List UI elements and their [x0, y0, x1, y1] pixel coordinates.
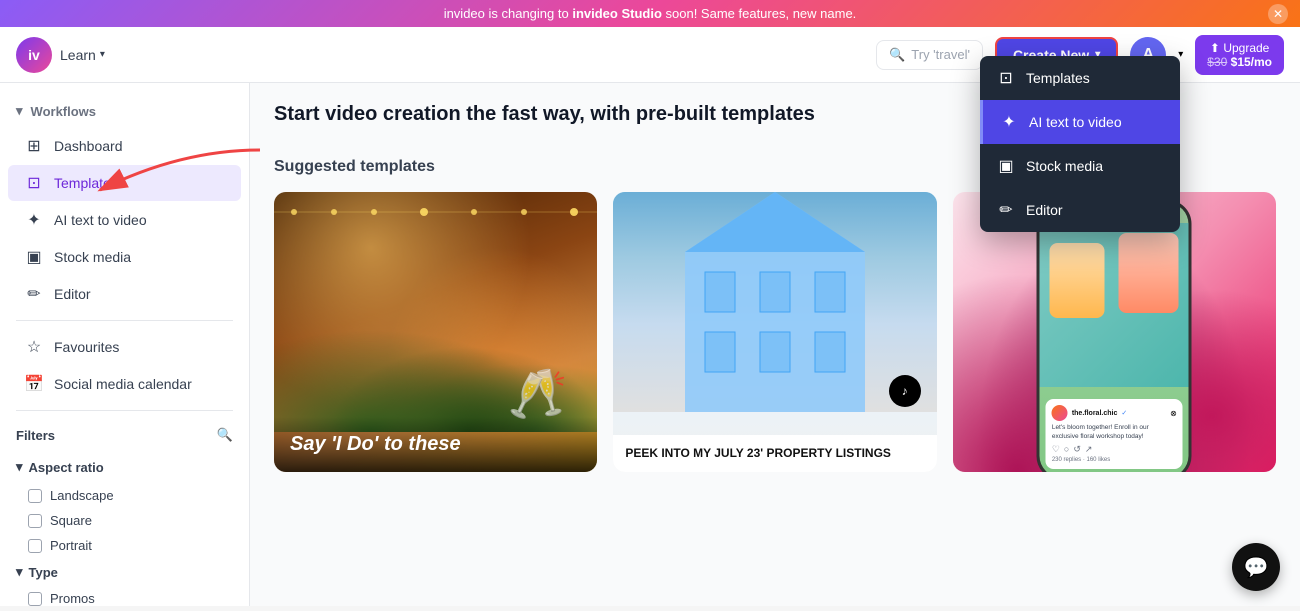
instagram-post-card: the.floral.chic ✓ ⊗ Let's bloom together… — [1046, 399, 1183, 469]
wine-glasses-icon: 🥂 — [508, 365, 568, 422]
insta-avatar — [1052, 405, 1068, 421]
template-card-floral[interactable]: the.floral.chic ✓ ⊗ Let's bloom together… — [953, 192, 1276, 472]
sidebar-item-ai-text[interactable]: ✦ AI text to video — [8, 202, 241, 238]
upgrade-label: ⬆ Upgrade — [1207, 41, 1272, 55]
banner-text: invideo is changing to invideo Studio so… — [444, 6, 857, 21]
logo-icon: iv — [16, 37, 52, 73]
template-card-property[interactable]: ♪ PEEK INTO MY JULY 23' PROPERTY LISTING… — [613, 192, 936, 472]
templates-grid: 🥂 Say 'I Do' to these — [274, 192, 1276, 472]
heart-icon: ♡ — [1052, 444, 1060, 455]
templates-icon: ⊡ — [996, 68, 1016, 88]
building-illustration — [685, 192, 865, 412]
phone-mockup: the.floral.chic ✓ ⊗ Let's bloom together… — [1037, 200, 1192, 472]
person-photo-1 — [1119, 233, 1179, 313]
chevron-down-icon: ▾ — [16, 459, 23, 475]
repost-icon: ↺ — [1073, 444, 1081, 455]
ai-text-icon: ✦ — [999, 112, 1019, 132]
dropdown-item-stock-media[interactable]: ▣ Stock media — [980, 144, 1180, 188]
fairy-lights — [274, 202, 597, 247]
dropdown-item-ai-text[interactable]: ✦ AI text to video — [980, 100, 1180, 144]
chevron-down-icon: ▾ — [100, 49, 105, 60]
sidebar-divider — [16, 320, 233, 321]
phone-screen: the.floral.chic ✓ ⊗ Let's bloom together… — [1040, 203, 1189, 472]
logo-area: iv Learn ▾ — [16, 37, 105, 73]
upgrade-button[interactable]: ⬆ Upgrade $30 $15/mo — [1195, 35, 1284, 75]
filter-landscape[interactable]: Landscape — [0, 483, 249, 508]
sidebar-divider-2 — [16, 410, 233, 411]
search-bar[interactable]: 🔍 Try 'travel' — [876, 40, 983, 70]
portrait-checkbox[interactable] — [28, 539, 42, 553]
chat-bubble-button[interactable]: 💬 — [1232, 543, 1280, 591]
sidebar-item-social-calendar[interactable]: 📅 Social media calendar — [8, 366, 241, 402]
phone-content-bg — [1040, 223, 1189, 387]
top-banner: invideo is changing to invideo Studio so… — [0, 0, 1300, 27]
insta-header: the.floral.chic ✓ ⊗ — [1052, 405, 1177, 421]
filters-header: Filters 🔍 — [0, 419, 249, 451]
square-checkbox[interactable] — [28, 514, 42, 528]
star-icon: ☆ — [24, 337, 44, 357]
learn-button[interactable]: Learn ▾ — [60, 47, 105, 63]
sidebar-item-templates[interactable]: ⊡ Templates — [8, 165, 241, 201]
templates-icon: ⊡ — [24, 173, 44, 193]
wedding-card-text: Say 'I Do' to these — [274, 417, 597, 472]
landscape-checkbox[interactable] — [28, 489, 42, 503]
chevron-down-icon: ▾ — [16, 564, 23, 580]
tiktok-badge: ♪ — [889, 375, 921, 407]
filter-square[interactable]: Square — [0, 508, 249, 533]
person-photo-2 — [1050, 243, 1105, 318]
chevron-down-icon: ▾ — [16, 103, 23, 119]
workflows-section[interactable]: ▾ Workflows — [0, 95, 249, 127]
search-icon[interactable]: 🔍 — [217, 427, 233, 443]
stock-media-icon: ▣ — [996, 156, 1016, 176]
avatar-chevron-icon: ▾ — [1178, 49, 1183, 60]
calendar-icon: 📅 — [24, 374, 44, 394]
insta-action-icons: ♡ ○ ↺ ↗ — [1052, 444, 1177, 455]
dashboard-icon: ⊞ — [24, 136, 44, 156]
editor-icon: ✏ — [996, 200, 1016, 220]
search-icon: 🔍 — [889, 47, 905, 63]
dropdown-item-editor[interactable]: ✏ Editor — [980, 188, 1180, 232]
page-title: Start video creation the fast way, with … — [274, 103, 815, 126]
type-filter-header[interactable]: ▾ Type — [0, 558, 249, 586]
sidebar: ▾ Workflows ⊞ Dashboard ⊡ Templates ✦ AI… — [0, 83, 250, 606]
dropdown-menu: ⊡ Templates ✦ AI text to video ▣ Stock m… — [980, 56, 1180, 232]
editor-icon: ✏ — [24, 284, 44, 304]
property-card-text: PEEK INTO MY JULY 23' PROPERTY LISTINGS — [613, 435, 936, 472]
dropdown-item-templates[interactable]: ⊡ Templates — [980, 56, 1180, 100]
aspect-ratio-header[interactable]: ▾ Aspect ratio — [0, 451, 249, 483]
sidebar-item-dashboard[interactable]: ⊞ Dashboard — [8, 128, 241, 164]
filter-promos[interactable]: Promos — [0, 586, 249, 606]
sidebar-item-favourites[interactable]: ☆ Favourites — [8, 329, 241, 365]
share-icon: ↗ — [1085, 444, 1093, 455]
filter-portrait[interactable]: Portrait — [0, 533, 249, 558]
verified-badge: ✓ — [1121, 409, 1127, 417]
promos-checkbox[interactable] — [28, 592, 42, 606]
threads-icon: ⊗ — [1170, 409, 1177, 418]
comment-icon: ○ — [1064, 444, 1069, 455]
template-card-wedding[interactable]: 🥂 Say 'I Do' to these — [274, 192, 597, 472]
banner-close-button[interactable]: ✕ — [1268, 4, 1288, 24]
sidebar-item-editor[interactable]: ✏ Editor — [8, 276, 241, 312]
stock-media-icon: ▣ — [24, 247, 44, 267]
ai-text-icon: ✦ — [24, 210, 44, 230]
sidebar-item-stock-media[interactable]: ▣ Stock media — [8, 239, 241, 275]
